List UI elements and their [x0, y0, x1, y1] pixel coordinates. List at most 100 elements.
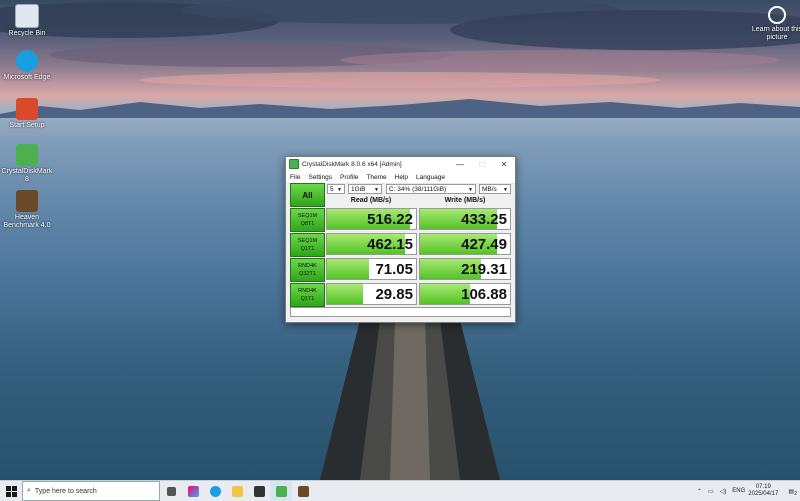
copilot-icon: [187, 485, 199, 497]
title-bar[interactable]: CrystalDiskMark 8.0.6 x64 [Admin] — □ ✕: [286, 157, 515, 171]
read-result-rnd4k-q1t1: 29.85: [326, 283, 417, 305]
maximize-button[interactable]: □: [471, 160, 493, 169]
read-result-seq1m-q1t1: 462.15: [326, 233, 417, 255]
desktop-icon-label: CrystalDiskMark 8: [1, 168, 53, 183]
taskbar-crystaldiskmark[interactable]: [270, 481, 292, 501]
window-title: CrystalDiskMark 8.0.6 x64 [Admin]: [302, 160, 402, 168]
chevron-down-icon: ▼: [374, 187, 379, 193]
write-result-rnd4k-q32t1: 219.31: [419, 258, 511, 280]
mountain-range: [0, 99, 800, 118]
learn-about-picture-icon: [768, 6, 786, 24]
chevron-down-icon: ▼: [337, 187, 342, 193]
desktop-icon-learn-about-picture[interactable]: Learn about this picture: [750, 6, 800, 42]
test-name: RND4K: [298, 263, 317, 269]
sky-clouds: [0, 0, 800, 88]
edge-icon: [209, 485, 221, 497]
write-result-rnd4k-q1t1: 106.88: [419, 283, 511, 305]
test-count-value: 5: [330, 186, 334, 193]
chevron-up-icon[interactable]: ⌃: [694, 488, 705, 495]
desktop-icon-label: Microsoft Edge: [3, 74, 51, 81]
read-value: 516.22: [367, 211, 413, 228]
test-name: RND4K: [298, 288, 317, 294]
volume-icon[interactable]: ◁): [717, 488, 730, 495]
desktop-icon-crystaldiskmark[interactable]: CrystalDiskMark 8: [0, 144, 54, 184]
write-result-seq1m-q1t1: 427.49: [419, 233, 511, 255]
network-icon[interactable]: ▭: [705, 488, 717, 495]
unit-value: MB/s: [482, 186, 497, 193]
heaven-benchmark-icon: [297, 485, 309, 497]
minimize-button[interactable]: —: [449, 160, 471, 169]
menu-profile[interactable]: Profile: [336, 174, 362, 181]
write-value: 427.49: [461, 236, 507, 253]
task-view-button[interactable]: [160, 481, 182, 501]
write-value: 219.31: [461, 261, 507, 278]
test-name: SEQ1M: [297, 238, 318, 244]
test-seq1m-q8t1-button[interactable]: SEQ1M Q8T1: [290, 208, 325, 232]
write-value: 106.88: [461, 286, 507, 303]
clock[interactable]: 07:19 2025/04/17: [748, 484, 778, 498]
taskbar-edge[interactable]: [204, 481, 226, 501]
chevron-down-icon: ▼: [503, 187, 508, 193]
folder-icon: [231, 485, 243, 497]
read-column-header: Read (MB/s): [350, 197, 392, 204]
comment-input[interactable]: [290, 307, 511, 317]
crystaldiskmark-window: CrystalDiskMark 8.0.6 x64 [Admin] — □ ✕ …: [285, 156, 516, 323]
test-queue: Q1T1: [300, 296, 315, 302]
test-queue: Q1T1: [300, 246, 315, 252]
close-button[interactable]: ✕: [493, 160, 515, 169]
read-value: 71.05: [375, 261, 413, 278]
drive-select[interactable]: C: 34% (38/111GiB) ▼: [386, 184, 476, 194]
test-rnd4k-q32t1-button[interactable]: RND4K Q32T1: [290, 258, 325, 282]
test-name: SEQ1M: [297, 213, 318, 219]
menu-theme[interactable]: Theme: [362, 174, 390, 181]
menu-file[interactable]: File: [286, 174, 304, 181]
copilot-button[interactable]: [182, 481, 204, 501]
recycle-bin-icon: [15, 4, 39, 28]
read-result-rnd4k-q32t1: 71.05: [326, 258, 417, 280]
test-queue: Q32T1: [299, 271, 316, 277]
desktop-icon-label: Learn about this picture: [751, 26, 800, 41]
test-rnd4k-q1t1-button[interactable]: RND4K Q1T1: [290, 283, 325, 307]
all-button[interactable]: All: [290, 183, 325, 207]
desktop-icon-setup[interactable]: Start Setup: [0, 98, 54, 130]
edge-icon: [16, 50, 38, 72]
test-size-select[interactable]: 1GiB ▼: [348, 184, 382, 194]
system-tray: ⌃ ▭ ◁) ENG 07:19 2025/04/17 ▤ 2: [694, 481, 800, 501]
test-seq1m-q1t1-button[interactable]: SEQ1M Q1T1: [290, 233, 325, 257]
unit-select[interactable]: MB/s ▼: [479, 184, 511, 194]
taskbar-file-explorer[interactable]: [226, 481, 248, 501]
desktop-icon-edge[interactable]: Microsoft Edge: [0, 50, 54, 82]
search-placeholder: Type here to search: [34, 487, 97, 495]
desktop-icon-label: Heaven Benchmark 4.0: [3, 214, 51, 229]
menu-language[interactable]: Language: [412, 174, 449, 181]
desktop-icon-label: Start Setup: [9, 122, 45, 129]
menu-settings[interactable]: Settings: [304, 174, 336, 181]
taskbar-mail[interactable]: [248, 481, 270, 501]
language-indicator[interactable]: ENG: [729, 488, 748, 494]
desktop-icon-label: Recycle Bin: [8, 30, 46, 37]
crystaldiskmark-icon: [16, 144, 38, 166]
test-count-select[interactable]: 5 ▼: [327, 184, 345, 194]
write-column-header: Write (MB/s): [444, 197, 486, 204]
notification-center-button[interactable]: ▤ 2: [782, 488, 800, 497]
taskbar-search-box[interactable]: ⌕ Type here to search: [22, 481, 160, 501]
read-value: 462.15: [367, 236, 413, 253]
mail-icon: [253, 485, 265, 497]
read-progress-bar: [327, 259, 369, 279]
chevron-down-icon: ▼: [468, 187, 473, 193]
test-queue: Q8T1: [300, 221, 315, 227]
windows-logo-icon: [5, 485, 17, 497]
desktop-icon-recycle-bin[interactable]: Recycle Bin: [0, 4, 54, 38]
crystaldiskmark-icon: [275, 485, 287, 497]
drive-value: C: 34% (38/111GiB): [389, 186, 447, 193]
start-button[interactable]: [0, 481, 22, 501]
write-value: 433.25: [461, 211, 507, 228]
notification-count: 2: [794, 490, 797, 497]
read-progress-bar: [327, 284, 363, 304]
read-result-seq1m-q8t1: 516.22: [326, 208, 417, 230]
clock-time: 07:19: [755, 484, 771, 490]
desktop-icon-heaven-benchmark[interactable]: Heaven Benchmark 4.0: [0, 190, 54, 230]
taskbar-heaven-benchmark[interactable]: [292, 481, 314, 501]
menu-help[interactable]: Help: [391, 174, 412, 181]
task-view-icon: [166, 486, 176, 496]
